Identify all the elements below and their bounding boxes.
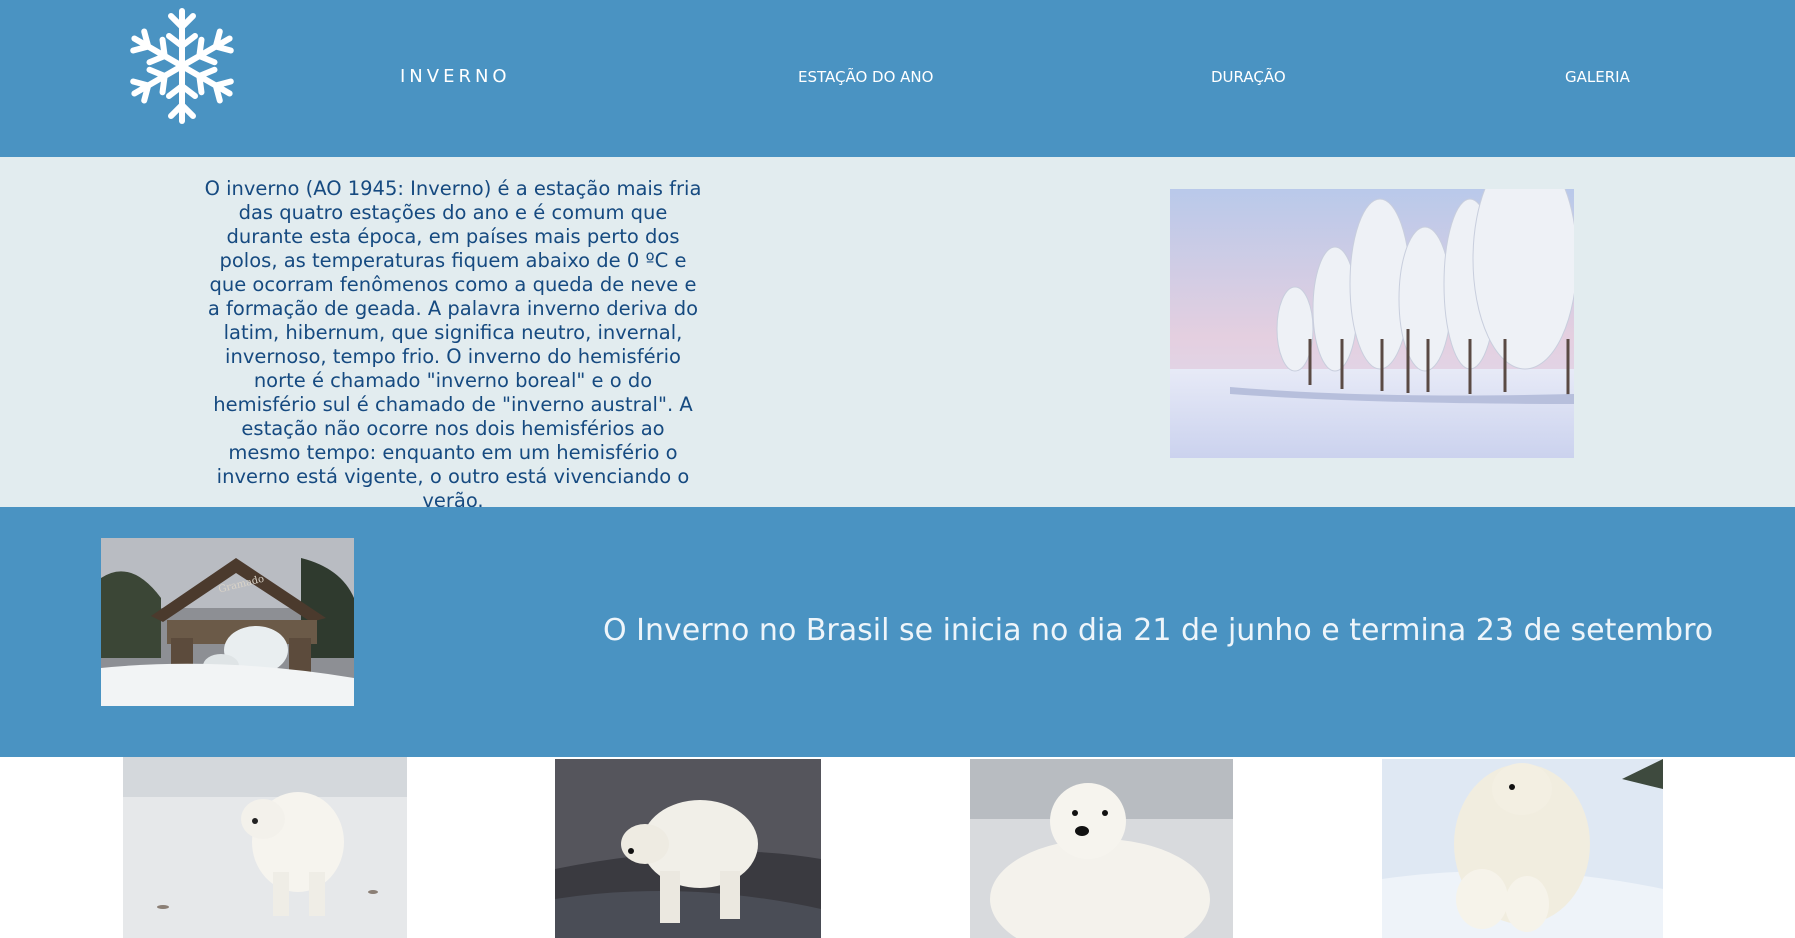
- brasil-caption: O Inverno no Brasil se inicia no dia 21 …: [603, 613, 1714, 648]
- snowy-forest-image: [1170, 189, 1574, 458]
- snowflake-icon[interactable]: [122, 6, 242, 126]
- polar-bear-image-1: [123, 757, 407, 938]
- nav-link-duracao[interactable]: DURAÇÃO: [1211, 68, 1286, 86]
- polar-bear-image-2: [555, 759, 821, 938]
- polar-bear-image-4: [1382, 759, 1663, 938]
- gramado-portico-image: Gramado: [101, 538, 354, 706]
- header: INVERNO ESTAÇÃO DO ANO DURAÇÃO GALERIA: [0, 0, 1795, 157]
- polar-bear-image-3: [970, 759, 1233, 938]
- nav-link-estacao[interactable]: ESTAÇÃO DO ANO: [798, 68, 933, 86]
- nav-link-galeria[interactable]: GALERIA: [1565, 68, 1630, 86]
- nav-brand-inverno[interactable]: INVERNO: [400, 66, 511, 87]
- brasil-section: Gramado O Inverno no Brasil se inicia no…: [0, 507, 1795, 757]
- intro-text: O inverno (AO 1945: Inverno) é a estação…: [204, 177, 702, 512]
- intro-section: O inverno (AO 1945: Inverno) é a estação…: [0, 157, 1795, 512]
